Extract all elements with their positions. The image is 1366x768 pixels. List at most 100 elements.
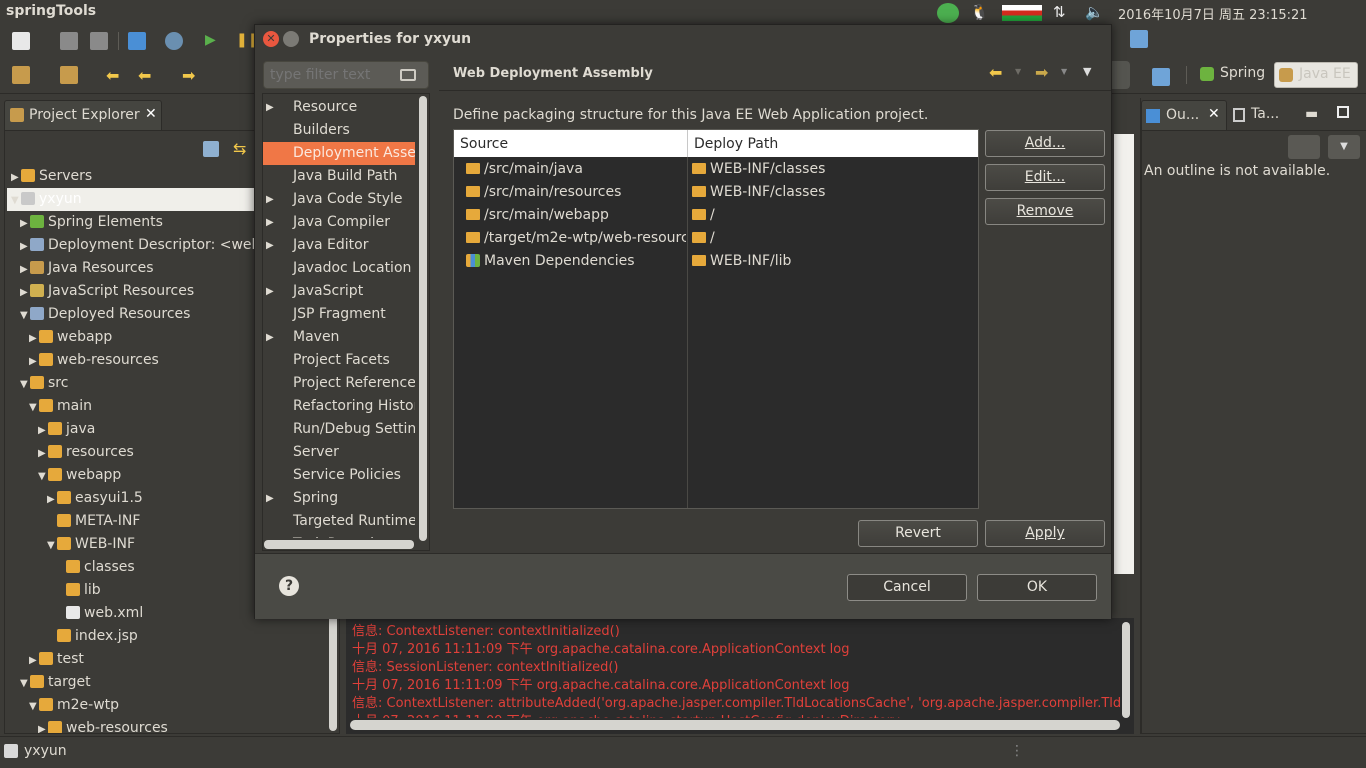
nav-item[interactable]: ▶ Java Code Style [263,188,415,211]
nav-item[interactable]: Server [263,441,415,464]
deployment-table[interactable]: Source Deploy Path /src/main/java WEB-INF… [453,129,979,509]
search-icon[interactable] [1130,30,1148,48]
column-header-deploy-path[interactable]: Deploy Path [694,136,778,152]
quick-access-field[interactable] [1112,61,1130,89]
expand-arrow-icon[interactable]: ▶ [20,258,30,281]
expand-arrow-icon[interactable]: ▶ [29,350,39,373]
dialog-close-icon[interactable]: ✕ [263,31,279,47]
perspective-java-ee[interactable]: Java EE [1274,62,1358,88]
expand-arrow-icon[interactable]: ▶ [266,188,274,211]
nav-item[interactable]: ▶ Resource [263,96,415,119]
linux-penguin-tray-icon[interactable]: 🐧 [970,3,990,21]
remove-button[interactable]: Remove [985,198,1105,225]
nav-item[interactable]: Project References [263,372,415,395]
ok-button[interactable]: OK [977,574,1097,601]
perspective-spring[interactable]: Spring [1196,62,1271,88]
expand-arrow-icon[interactable]: ▼ [47,534,57,557]
expand-arrow-icon[interactable]: ▶ [38,442,48,465]
nav-item[interactable]: Java Build Path [263,165,415,188]
column-header-source[interactable]: Source [460,136,508,152]
expand-arrow-icon[interactable]: ▶ [20,235,30,258]
dialog-minimize-icon[interactable] [283,31,299,47]
expand-arrow-icon[interactable]: ▼ [29,695,39,718]
table-row[interactable]: /src/main/webapp / [454,204,978,227]
minimize-icon[interactable]: ▬ [1305,106,1318,122]
new-file-icon[interactable] [12,32,30,50]
forward-icon[interactable]: ➡ [1035,63,1048,82]
clock[interactable]: 2016年10月7日 周五 23:15:21 [1118,4,1308,23]
add-button[interactable]: Add... [985,130,1105,157]
expand-arrow-icon[interactable]: ▶ [266,96,274,119]
nav-item[interactable]: Task Repository [263,533,415,538]
close-icon[interactable]: ✕ [1208,106,1220,122]
save-icon[interactable] [60,32,78,50]
expand-arrow-icon[interactable]: ▶ [47,488,57,511]
expand-arrow-icon[interactable]: ▶ [20,212,30,235]
table-row[interactable]: /src/main/java WEB-INF/classes [454,158,978,181]
view-menu-icon[interactable]: ▼ [1328,135,1360,159]
resume-icon[interactable]: ▶ [205,32,223,50]
console-vscroll[interactable] [1122,622,1130,718]
expand-arrow-icon[interactable]: ▶ [38,419,48,442]
telegram-tray-icon[interactable] [937,3,959,23]
suspend-icon[interactable]: ❚❚ [236,32,259,50]
tree-item[interactable]: ▶ test [7,648,327,671]
close-icon[interactable]: ✕ [145,106,157,122]
collapse-all-icon[interactable] [203,141,219,157]
expand-arrow-icon[interactable]: ▶ [29,327,39,350]
table-row[interactable]: Maven Dependencies WEB-INF/lib [454,250,978,273]
tab-outline[interactable]: Ou... ✕ [1141,100,1227,130]
forward-icon[interactable]: ➡ [182,66,200,85]
network-icon[interactable]: ⇅ [1053,3,1073,21]
expand-arrow-icon[interactable]: ▼ [20,373,30,396]
console-hscroll[interactable] [350,720,1120,730]
expand-arrow-icon[interactable]: ▶ [38,718,48,733]
console-icon[interactable] [128,32,146,50]
tree-item[interactable]: ▶ web-resources [7,717,327,733]
edit-button[interactable]: Edit... [985,164,1105,191]
expand-arrow-icon[interactable]: ▶ [266,326,274,349]
tab-project-explorer[interactable]: Project Explorer ✕ [4,100,162,130]
nav-item[interactable]: JSP Fragment [263,303,415,326]
nav-item[interactable]: Javadoc Location [263,257,415,280]
expand-arrow-icon[interactable]: ▶ [266,234,274,257]
nav-item[interactable]: ▶ JavaScript [263,280,415,303]
dialog-titlebar[interactable]: ✕ Properties for yxyun [255,25,1111,53]
skip-breakpoints-icon[interactable] [165,32,183,50]
nav-vscroll[interactable] [417,94,429,541]
last-edit-icon[interactable]: ⬅ [106,66,124,85]
save-all-icon[interactable] [90,32,108,50]
forward-menu-icon[interactable]: ▼ [1061,67,1067,76]
expand-arrow-icon[interactable]: ▶ [266,487,274,510]
open-task-icon[interactable] [60,66,78,84]
view-menu-icon[interactable]: ▼ [1083,65,1091,78]
nav-item[interactable]: ▶ Maven [263,326,415,349]
hide-fields-icon[interactable] [1288,135,1320,159]
table-row[interactable]: /src/main/resources WEB-INF/classes [454,181,978,204]
expand-arrow-icon[interactable]: ▶ [20,281,30,304]
volume-icon[interactable]: 🔈 [1085,3,1105,21]
filter-input[interactable] [264,62,398,88]
maximize-icon[interactable] [1337,106,1349,118]
open-perspective-icon[interactable] [1152,68,1170,86]
keyboard-layout-icon[interactable] [1002,5,1042,21]
tree-item[interactable]: ▼ target [7,671,327,694]
nav-item[interactable]: Project Facets [263,349,415,372]
table-row[interactable]: /target/m2e-wtp/web-resources / [454,227,978,250]
expand-arrow-icon[interactable]: ▶ [266,280,274,303]
revert-button[interactable]: Revert [858,520,978,547]
open-type-icon[interactable] [12,66,30,84]
back-icon[interactable]: ⬅ [138,66,156,85]
nav-item[interactable]: ▶ Java Editor [263,234,415,257]
expand-arrow-icon[interactable]: ▼ [29,396,39,419]
help-icon[interactable]: ? [279,576,299,596]
nav-item[interactable]: Refactoring History [263,395,415,418]
expand-arrow-icon[interactable]: ▶ [29,649,39,672]
tree-item[interactable]: ▼ m2e-wtp [7,694,327,717]
expand-arrow-icon[interactable]: ▼ [20,672,30,695]
nav-item[interactable]: Run/Debug Settings [263,418,415,441]
back-menu-icon[interactable]: ▼ [1015,67,1021,76]
nav-item[interactable]: ▶ Java Compiler [263,211,415,234]
expand-arrow-icon[interactable]: ▼ [20,304,30,327]
nav-item[interactable]: Targeted Runtimes [263,510,415,533]
